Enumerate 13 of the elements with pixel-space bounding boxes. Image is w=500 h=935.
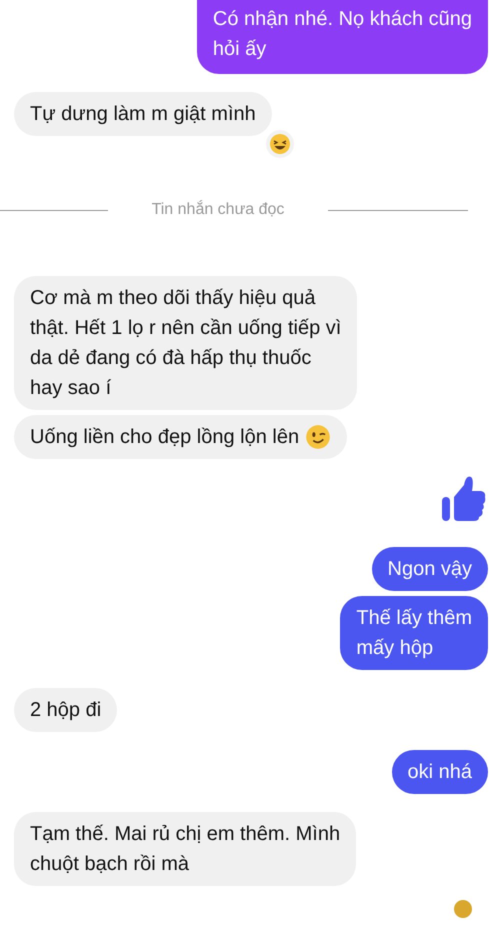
- message-bubble: Ngon vậy: [372, 547, 488, 591]
- message-bubble: Thế lấy thêm mấy hộp: [340, 596, 488, 670]
- message-bubble: Uống liền cho đẹp lồng lộn lên: [14, 415, 348, 459]
- message-bubble: Cơ mà m theo dõi thấy hiệu quả thật. Hết 1 lọ r nên cần uống tiếp vì da dẻ đang có đà hấp thụ thuốc hay sao í: [14, 276, 358, 410]
- message-bubble: Tự dưng làm m giật mình: [14, 92, 272, 136]
- unread-divider-label: Tin nhắn chưa đọc: [152, 199, 284, 220]
- message-bubble: Có nhận nhé. Nọ khách cũng hỏi ấy: [196, 0, 488, 74]
- message-bubble: 2 hộp đi: [14, 688, 118, 732]
- winking-face-icon: [305, 424, 332, 450]
- message-bubble: oki nhá: [392, 750, 488, 794]
- laughing-face-icon: [269, 133, 291, 155]
- avatar-icon: [454, 900, 472, 918]
- message-bubble: Tạm thế. Mai rủ chị em thêm. Mình chuột bạch rồi mà: [14, 812, 356, 886]
